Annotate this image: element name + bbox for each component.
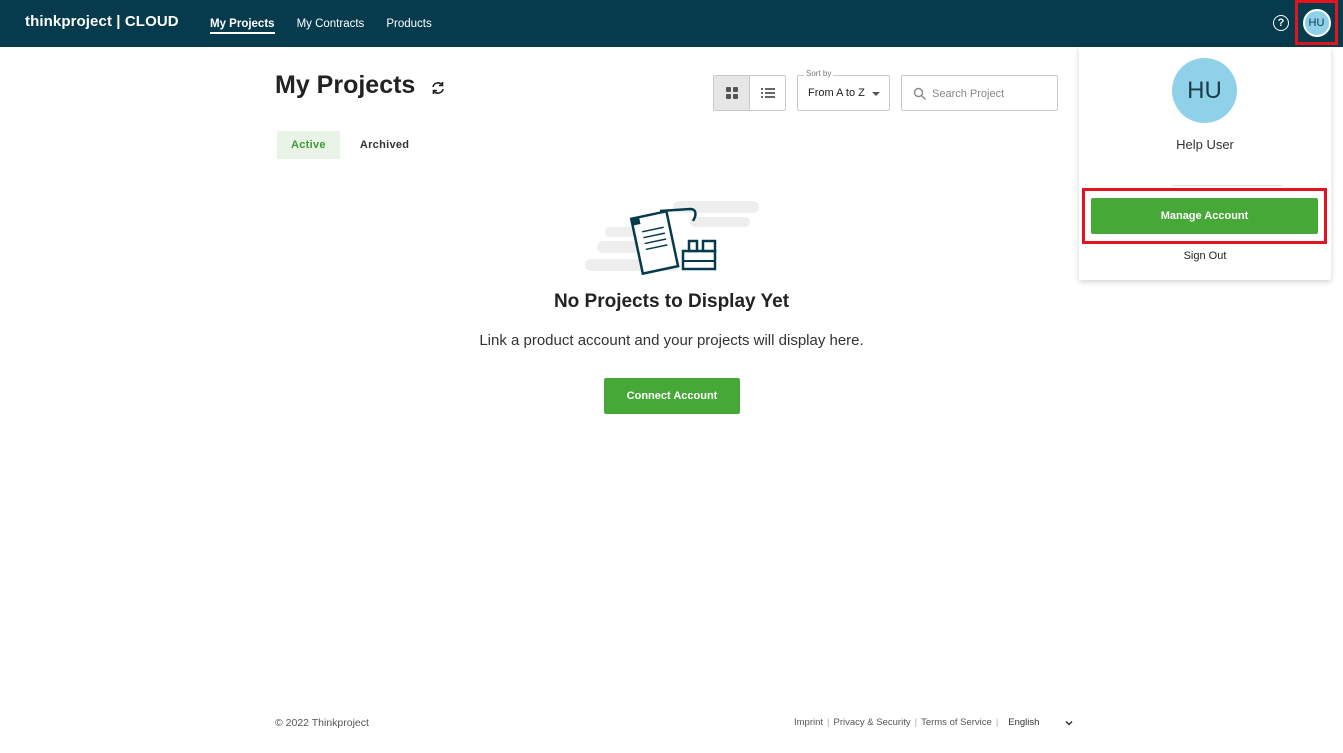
nav-item-my-contracts[interactable]: My Contracts: [297, 0, 365, 47]
empty-projects-illustration: [585, 201, 759, 276]
avatar: HU: [1172, 58, 1237, 123]
help-icon[interactable]: ?: [1273, 15, 1289, 31]
footer-separator: |: [827, 717, 830, 728]
footer-links: Imprint | Privacy & Security | Terms of …: [794, 717, 1073, 728]
nav-item-my-projects[interactable]: My Projects: [210, 0, 275, 47]
user-avatar-button[interactable]: HU: [1302, 8, 1331, 37]
search-box: [901, 75, 1058, 111]
tab-archived[interactable]: Archived: [346, 131, 423, 159]
footer-link-privacy[interactable]: Privacy & Security: [834, 717, 911, 728]
manage-account-highlight: Manage Account: [1082, 188, 1327, 244]
language-selector[interactable]: English: [1008, 717, 1073, 728]
page-title: My Projects: [275, 71, 416, 99]
user-name: Help User: [1176, 137, 1234, 152]
language-value: English: [1008, 717, 1040, 728]
copyright-text: © 2022 Thinkproject: [275, 717, 369, 729]
list-icon: [760, 88, 775, 98]
divider: [1172, 185, 1282, 186]
tab-active[interactable]: Active: [277, 131, 340, 159]
grid-view-button[interactable]: [714, 76, 749, 110]
footer-separator: |: [914, 717, 918, 728]
chevron-down-icon: [1065, 720, 1073, 726]
footer-link-imprint[interactable]: Imprint: [794, 717, 823, 728]
caret-down-icon: [872, 92, 880, 96]
sort-label: Sort by: [804, 69, 834, 78]
connect-account-button[interactable]: Connect Account: [604, 378, 740, 414]
view-toggle: [713, 75, 786, 111]
main-nav: My Projects My Contracts Products: [210, 0, 432, 47]
search-input[interactable]: [932, 85, 1050, 103]
footer-separator: |: [995, 717, 999, 728]
empty-state-subtitle: Link a product account and your projects…: [479, 332, 864, 349]
nav-item-products[interactable]: Products: [386, 0, 431, 47]
sign-out-link[interactable]: Sign Out: [1079, 250, 1331, 262]
user-menu-dropdown: HU Help User Manage Account Sign Out: [1079, 47, 1331, 280]
top-navigation-bar: thinkproject | CLOUD My Projects My Cont…: [0, 0, 1343, 47]
sort-dropdown[interactable]: Sort by From A to Z: [797, 69, 890, 111]
brand-logo[interactable]: thinkproject | CLOUD: [25, 13, 179, 30]
footer-link-terms[interactable]: Terms of Service: [921, 717, 992, 728]
sort-value: From A to Z: [808, 87, 865, 99]
avatar-highlight: HU: [1295, 0, 1338, 45]
empty-state-title: No Projects to Display Yet: [553, 291, 790, 312]
manage-account-button[interactable]: Manage Account: [1091, 198, 1318, 234]
project-tabs: Active Archived: [277, 131, 423, 159]
grid-icon: [725, 87, 738, 99]
list-view-button[interactable]: [749, 76, 785, 110]
search-icon: [913, 87, 926, 100]
refresh-icon[interactable]: [430, 80, 446, 96]
